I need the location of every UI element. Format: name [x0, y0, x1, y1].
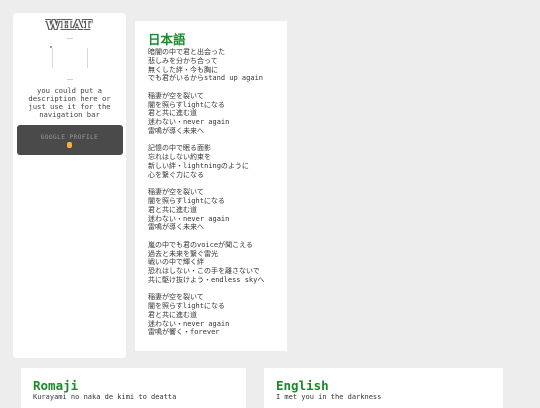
lyrics-line: 記憶の中で眠る面影 [148, 144, 211, 153]
sidebar-description: you could put a description here or just… [28, 86, 111, 119]
image-left-edge [51, 48, 53, 68]
english-title: English [276, 378, 329, 393]
lyrics-line: 新しい絆・lightningのように [148, 161, 249, 170]
lyrics-stanza: 暗闇の中で君と出会った 悲しみを分かち合って 無くした絆・今も胸に でも君がいるからs… [148, 48, 287, 83]
lyrics-line: 戦いの中で輝く絆 [148, 258, 204, 267]
lyrics-line: 稲妻が空を裂いて [148, 188, 204, 197]
romaji-lyrics-card: Romaji Kurayami no naka de kimi to deatt… [21, 368, 246, 408]
lyrics-stanza: 嵐の中でも君のvoiceが聞こえる 過去と未来を繋ぐ雷光 戦いの中で輝く絆 恐れはしな… [148, 241, 287, 285]
lyrics-stanza: 稲妻が空を裂いて 闇を照らすlightになる 君と共に進む道 迷わない・never a… [148, 92, 287, 136]
lyrics-line: 暗闇の中で君と出会った [148, 48, 225, 56]
lyrics-line: 君と共に進む道 [148, 310, 197, 319]
lyrics-stanza: 稲妻が空を裂いて 闇を照らすlightになる 君と共に進む道 迷わない・never a… [148, 188, 287, 232]
lyrics-line: 嵐の中でも君のvoiceが聞こえる [148, 240, 253, 249]
sidebar-title: WHAT [46, 18, 93, 32]
lyrics-line: でも君がいるからstand up again [148, 74, 264, 83]
pointer-hand-icon [67, 141, 72, 148]
google-profile-button-label: GOOGLE PROFILE [40, 133, 99, 141]
google-profile-button[interactable]: GOOGLE PROFILE [16, 125, 123, 155]
sidebar: WHAT you could put a description here or… [13, 13, 126, 358]
lyrics-stanza: 記憶の中で眠る面影 忘れはしない約束を 新しい絆・lightningのように 心を繋ぐ… [148, 144, 287, 179]
lyrics-line: 雷鳴が導く未来へ [148, 126, 204, 135]
romaji-first-line: Kurayami no naka de kimi to deatta [33, 393, 177, 401]
lyrics-line: 迷わない・never again [148, 118, 230, 127]
profile-image-placeholder [49, 38, 90, 80]
image-right-edge [86, 48, 88, 68]
lyrics-line: 闇を照らすlightになる [148, 302, 225, 311]
lyrics-line: 恐れはしない・この手を離さないで [148, 267, 260, 276]
lyrics-line: 悲しみを分かち合って [148, 56, 218, 65]
romaji-title: Romaji [33, 378, 79, 393]
japanese-lyrics-card: 日本語 暗闇の中で君と出会った 悲しみを分かち合って 無くした絆・今も胸に でも君がい… [135, 21, 287, 351]
lyrics-line: 心を繋ぐ力になる [148, 170, 204, 179]
english-first-line: I met you in the darkness [276, 393, 382, 401]
lyrics-line: 雷鳴が導く未来へ [148, 223, 204, 232]
lyrics-line: 忘れはしない約束を [148, 153, 211, 162]
japanese-lyrics: 暗闇の中で君と出会った 悲しみを分かち合って 無くした絆・今も胸に でも君がいるからs… [148, 48, 287, 337]
lyrics-line: 迷わない・never again [148, 214, 230, 223]
lyrics-line: 君と共に進む道 [148, 109, 197, 118]
lyrics-line: 君と共に進む道 [148, 205, 197, 214]
lyrics-line: 稲妻が空を裂いて [148, 91, 204, 100]
lyrics-line: 共に駆け抜けよう・endless skyへ [148, 275, 265, 284]
lyrics-line: 闇を照らすlightになる [148, 196, 225, 205]
lyrics-line: 稲妻が空を裂いて [148, 293, 204, 302]
english-lyrics-card: English I met you in the darkness [264, 368, 503, 408]
lyrics-line: 雷鳴が響く・forever [148, 328, 220, 337]
image-top-mark [66, 38, 73, 39]
lyrics-line: 過去と未来を繋ぐ雷光 [148, 249, 218, 258]
japanese-title: 日本語 [148, 32, 186, 47]
image-bottom-mark [66, 79, 73, 80]
lyrics-stanza: 稲妻が空を裂いて 闇を照らすlightになる 君と共に進む道 迷わない・never a… [148, 293, 287, 337]
